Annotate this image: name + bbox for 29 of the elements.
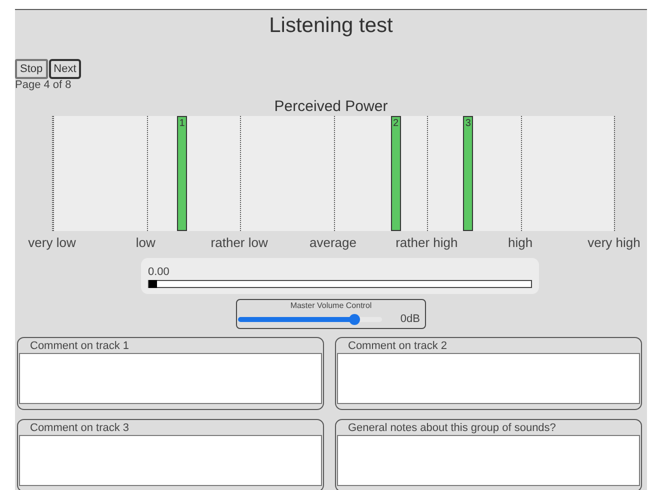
comment-label: Comment on track 1: [29, 339, 130, 353]
playback-thumb[interactable]: [149, 280, 157, 288]
comment-field[interactable]: [19, 353, 322, 404]
scale-label: rather low: [210, 235, 268, 250]
page-title: Listening test: [268, 13, 394, 39]
comment-label: General notes about this group of sounds?: [347, 421, 557, 435]
scale-label: very high: [588, 235, 640, 250]
nav-button[interactable]: Next: [48, 59, 82, 79]
playback-track[interactable]: [148, 280, 532, 288]
page-indicator: Page 4 of 8: [15, 79, 72, 93]
comment-field[interactable]: [337, 435, 640, 486]
rating-marker[interactable]: 1: [177, 116, 188, 231]
rating-marker[interactable]: 2: [390, 116, 401, 231]
scale-title: Perceived Power: [273, 98, 389, 116]
scale-label: low: [136, 235, 156, 250]
comment-label: Comment on track 2: [347, 339, 448, 353]
scale-label: high: [508, 235, 533, 250]
comment-field[interactable]: [19, 435, 322, 486]
volume-reading: 0dB: [400, 313, 420, 325]
comment-label: Comment on track 3: [29, 421, 130, 435]
nav-button[interactable]: Stop: [15, 59, 48, 79]
comment-field[interactable]: [337, 353, 640, 404]
volume-slider[interactable]: [238, 316, 382, 322]
volume-label: Master Volume Control: [290, 301, 372, 310]
playback-time: 0.00: [148, 266, 170, 280]
scale-label: rather high: [396, 235, 458, 250]
rating-marker[interactable]: 3: [463, 116, 474, 231]
scale-label: very low: [28, 235, 76, 250]
scale-label: average: [310, 235, 356, 250]
